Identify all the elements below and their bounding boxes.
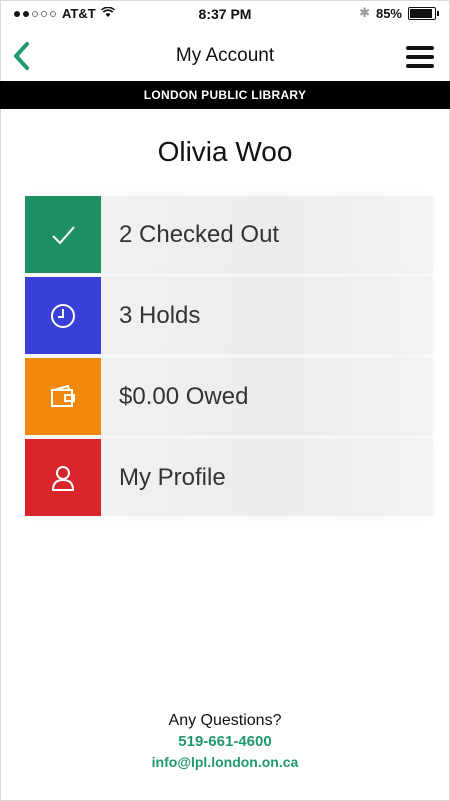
library-banner: LONDON PUBLIC LIBRARY xyxy=(0,81,450,109)
checked-out-tile xyxy=(25,196,101,273)
checked-out-label: 2 Checked Out xyxy=(119,221,280,248)
clock-icon xyxy=(51,303,75,328)
bluetooth-icon: ✱ xyxy=(359,5,370,20)
owed-label: $0.00 Owed xyxy=(119,383,249,410)
hamburger-menu-icon xyxy=(406,46,434,50)
status-bar: AT&T 8:37 PM ✱ 85% xyxy=(0,0,450,28)
account-menu: 2 Checked Out 3 Holds $0.00 Owed My Prof… xyxy=(25,196,433,520)
navigation-bar: My Account xyxy=(0,33,450,79)
profile-item[interactable]: My Profile xyxy=(25,439,433,516)
battery-group: ✱ 85% xyxy=(359,5,439,21)
hamburger-menu-button[interactable] xyxy=(406,46,434,68)
battery-fill xyxy=(410,8,433,18)
profile-label: My Profile xyxy=(119,464,226,491)
checked-out-item[interactable]: 2 Checked Out xyxy=(25,196,433,273)
person-icon xyxy=(51,465,75,491)
owed-item[interactable]: $0.00 Owed xyxy=(25,358,433,435)
profile-tile xyxy=(25,439,101,516)
phone-link[interactable]: 519-661-4600 xyxy=(0,733,450,750)
battery-icon xyxy=(408,6,439,20)
questions-heading: Any Questions? xyxy=(168,712,282,729)
holds-label: 3 Holds xyxy=(119,302,201,329)
owed-tile xyxy=(25,358,101,435)
holds-tile xyxy=(25,277,101,354)
battery-percent: 85% xyxy=(375,5,402,21)
holds-item[interactable]: 3 Holds xyxy=(25,277,433,354)
contact-footer: Any Questions? 519-661-4600 info@lpl.lon… xyxy=(0,712,450,770)
email-link[interactable]: info@lpl.london.on.ca xyxy=(0,754,450,770)
checkmark-icon xyxy=(52,225,75,244)
user-name: Olivia Woo xyxy=(157,136,293,167)
page-title: My Account xyxy=(175,45,275,66)
wallet-icon xyxy=(51,384,75,407)
